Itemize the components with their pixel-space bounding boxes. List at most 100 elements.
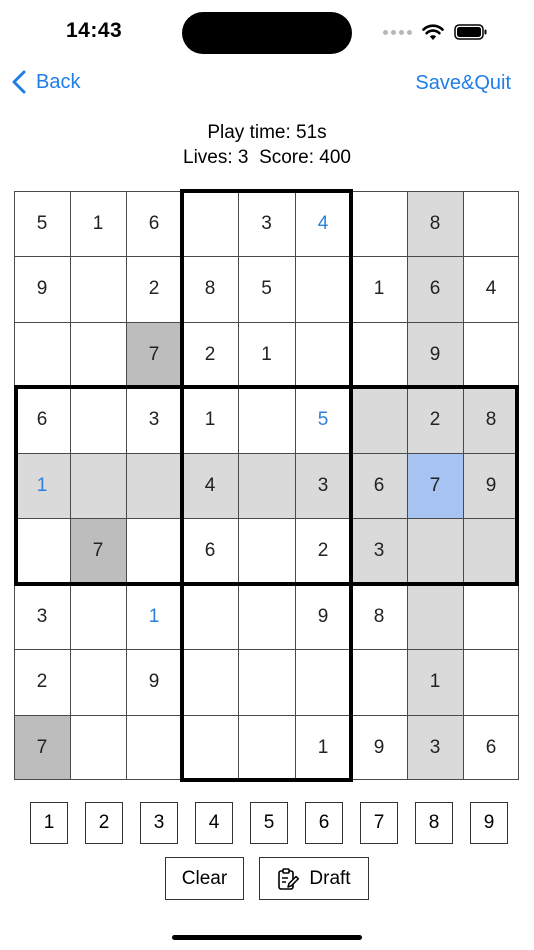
draft-button[interactable]: Draft: [259, 857, 369, 900]
board-cell-r3c8[interactable]: 9: [407, 322, 463, 387]
board-cell-r6c1[interactable]: [14, 518, 70, 584]
board-cell-r5c5[interactable]: [238, 453, 295, 518]
board-cell-r9c2[interactable]: [70, 715, 126, 780]
board-cell-r4c3[interactable]: 3: [126, 387, 182, 453]
back-button[interactable]: Back: [12, 70, 80, 94]
board-cell-r3c1[interactable]: [14, 322, 70, 387]
board-cell-r1c2[interactable]: 1: [70, 191, 126, 256]
dynamic-island: [182, 12, 352, 54]
board-cell-r1c3[interactable]: 6: [126, 191, 182, 256]
board-cell-r5c8[interactable]: 7: [407, 453, 463, 518]
board-cell-r2c8[interactable]: 6: [407, 256, 463, 322]
board-cell-r8c1[interactable]: 2: [14, 649, 70, 715]
board-cell-r8c3[interactable]: 9: [126, 649, 182, 715]
board-cell-r9c8[interactable]: 3: [407, 715, 463, 780]
number-button-1[interactable]: 1: [30, 802, 68, 844]
board-cell-r2c7[interactable]: 1: [351, 256, 407, 322]
board-cell-r7c1[interactable]: 3: [14, 584, 70, 649]
board-cell-r7c7[interactable]: 8: [351, 584, 407, 649]
number-button-6[interactable]: 6: [305, 802, 343, 844]
board-cell-r9c3[interactable]: [126, 715, 182, 780]
board-cell-r5c4[interactable]: 4: [182, 453, 238, 518]
board-cell-r9c6[interactable]: 1: [295, 715, 351, 780]
board-cell-r5c6[interactable]: 3: [295, 453, 351, 518]
board-cell-r3c9[interactable]: [463, 322, 519, 387]
board-cell-r9c7[interactable]: 9: [351, 715, 407, 780]
board-cell-r6c2[interactable]: 7: [70, 518, 126, 584]
board-cell-r7c4[interactable]: [182, 584, 238, 649]
board-cell-r5c9[interactable]: 9: [463, 453, 519, 518]
board-cell-r8c9[interactable]: [463, 649, 519, 715]
board-cell-r3c4[interactable]: 2: [182, 322, 238, 387]
board-cell-r2c6[interactable]: [295, 256, 351, 322]
board-cell-r1c9[interactable]: [463, 191, 519, 256]
number-button-4[interactable]: 4: [195, 802, 233, 844]
board-cell-r5c3[interactable]: [126, 453, 182, 518]
cellular-signal-icon: [383, 29, 412, 35]
back-label: Back: [36, 70, 81, 93]
board-cell-r7c2[interactable]: [70, 584, 126, 649]
board-cell-r4c4[interactable]: 1: [182, 387, 238, 453]
board-cell-r5c2[interactable]: [70, 453, 126, 518]
board-cell-r6c3[interactable]: [126, 518, 182, 584]
board-cell-r8c4[interactable]: [182, 649, 238, 715]
board-cell-r6c7[interactable]: 3: [351, 518, 407, 584]
lives: Lives: 3: [183, 147, 249, 168]
board-cell-r5c1[interactable]: 1: [14, 453, 70, 518]
board-cell-r2c9[interactable]: 4: [463, 256, 519, 322]
board-cell-r1c8[interactable]: 8: [407, 191, 463, 256]
board-cell-r7c9[interactable]: [463, 584, 519, 649]
board-cell-r6c9[interactable]: [463, 518, 519, 584]
board-cell-r7c6[interactable]: 9: [295, 584, 351, 649]
board-cell-r8c7[interactable]: [351, 649, 407, 715]
board-cell-r6c6[interactable]: 2: [295, 518, 351, 584]
status-icons: [383, 22, 488, 42]
board-cell-r4c1[interactable]: 6: [14, 387, 70, 453]
board-cell-r4c8[interactable]: 2: [407, 387, 463, 453]
board-cell-r3c3[interactable]: 7: [126, 322, 182, 387]
board-cell-r3c6[interactable]: [295, 322, 351, 387]
board-cell-r6c5[interactable]: [238, 518, 295, 584]
board-cell-r2c4[interactable]: 8: [182, 256, 238, 322]
board-cell-r7c5[interactable]: [238, 584, 295, 649]
number-button-7[interactable]: 7: [360, 802, 398, 844]
board-cell-r3c7[interactable]: [351, 322, 407, 387]
board-cell-r4c7[interactable]: [351, 387, 407, 453]
board-cell-r1c5[interactable]: 3: [238, 191, 295, 256]
board-cell-r6c8[interactable]: [407, 518, 463, 584]
board-cell-r4c9[interactable]: 8: [463, 387, 519, 453]
board-cell-r1c4[interactable]: [182, 191, 238, 256]
number-button-8[interactable]: 8: [415, 802, 453, 844]
save-quit-button[interactable]: Save&Quit: [415, 72, 511, 95]
board-cell-r8c5[interactable]: [238, 649, 295, 715]
number-button-5[interactable]: 5: [250, 802, 288, 844]
board-cell-r1c1[interactable]: 5: [14, 191, 70, 256]
board-cell-r4c2[interactable]: [70, 387, 126, 453]
clear-button[interactable]: Clear: [165, 857, 244, 900]
board-cell-r3c5[interactable]: 1: [238, 322, 295, 387]
number-button-2[interactable]: 2: [85, 802, 123, 844]
board-cell-r1c6[interactable]: 4: [295, 191, 351, 256]
board-cell-r9c4[interactable]: [182, 715, 238, 780]
board-cell-r2c3[interactable]: 2: [126, 256, 182, 322]
board-cell-r8c6[interactable]: [295, 649, 351, 715]
board-cell-r9c9[interactable]: 6: [463, 715, 519, 780]
board-cell-r9c1[interactable]: 7: [14, 715, 70, 780]
number-button-9[interactable]: 9: [470, 802, 508, 844]
board-cell-r7c8[interactable]: [407, 584, 463, 649]
board-cell-r1c7[interactable]: [351, 191, 407, 256]
status-time: 14:43: [66, 19, 123, 42]
board-cell-r6c4[interactable]: 6: [182, 518, 238, 584]
board-cell-r5c7[interactable]: 6: [351, 453, 407, 518]
board-cell-r9c5[interactable]: [238, 715, 295, 780]
board-cell-r7c3[interactable]: 1: [126, 584, 182, 649]
board-cell-r2c2[interactable]: [70, 256, 126, 322]
number-button-3[interactable]: 3: [140, 802, 178, 844]
board-cell-r8c2[interactable]: [70, 649, 126, 715]
board-cell-r2c1[interactable]: 9: [14, 256, 70, 322]
board-cell-r4c5[interactable]: [238, 387, 295, 453]
board-cell-r3c2[interactable]: [70, 322, 126, 387]
board-cell-r4c6[interactable]: 5: [295, 387, 351, 453]
board-cell-r8c8[interactable]: 1: [407, 649, 463, 715]
board-cell-r2c5[interactable]: 5: [238, 256, 295, 322]
